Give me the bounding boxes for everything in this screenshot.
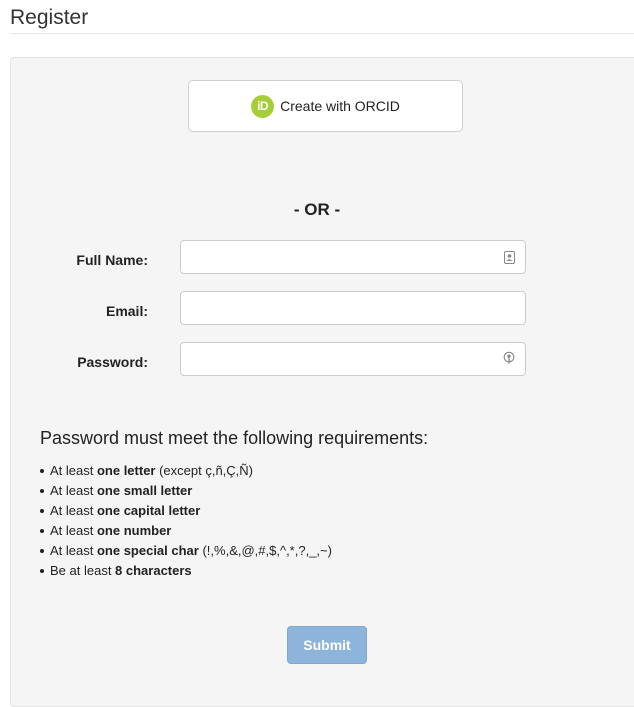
contact-card-icon[interactable] xyxy=(503,250,515,264)
full-name-input[interactable] xyxy=(180,240,526,274)
requirement-item: At least one number xyxy=(40,521,332,541)
submit-button[interactable]: Submit xyxy=(287,626,367,664)
orcid-button-label: Create with ORCID xyxy=(280,98,400,114)
email-input[interactable] xyxy=(180,291,526,325)
requirements-list: At least one letter (except ç,ñ,Ç,Ñ) At … xyxy=(40,461,332,581)
password-input[interactable] xyxy=(180,342,526,376)
or-divider: - OR - xyxy=(293,200,341,219)
email-label: Email: xyxy=(105,303,148,319)
requirement-item: At least one capital letter xyxy=(40,501,332,521)
requirement-item: At least one special char (!,%,&,@,#,$,^… xyxy=(40,541,332,561)
requirement-item: At least one small letter xyxy=(40,481,332,501)
requirement-item: At least one letter (except ç,ñ,Ç,Ñ) xyxy=(40,461,332,481)
register-panel xyxy=(10,57,634,707)
create-with-orcid-button[interactable]: iD Create with ORCID xyxy=(188,80,463,132)
password-label: Password: xyxy=(77,354,148,370)
requirement-item: Be at least 8 characters xyxy=(40,561,332,581)
full-name-label: Full Name: xyxy=(76,252,148,268)
orcid-icon: iD xyxy=(251,94,275,118)
password-key-icon[interactable] xyxy=(503,351,515,365)
title-divider xyxy=(10,33,634,34)
page-title: Register xyxy=(10,6,89,29)
requirements-heading: Password must meet the following require… xyxy=(40,428,429,448)
